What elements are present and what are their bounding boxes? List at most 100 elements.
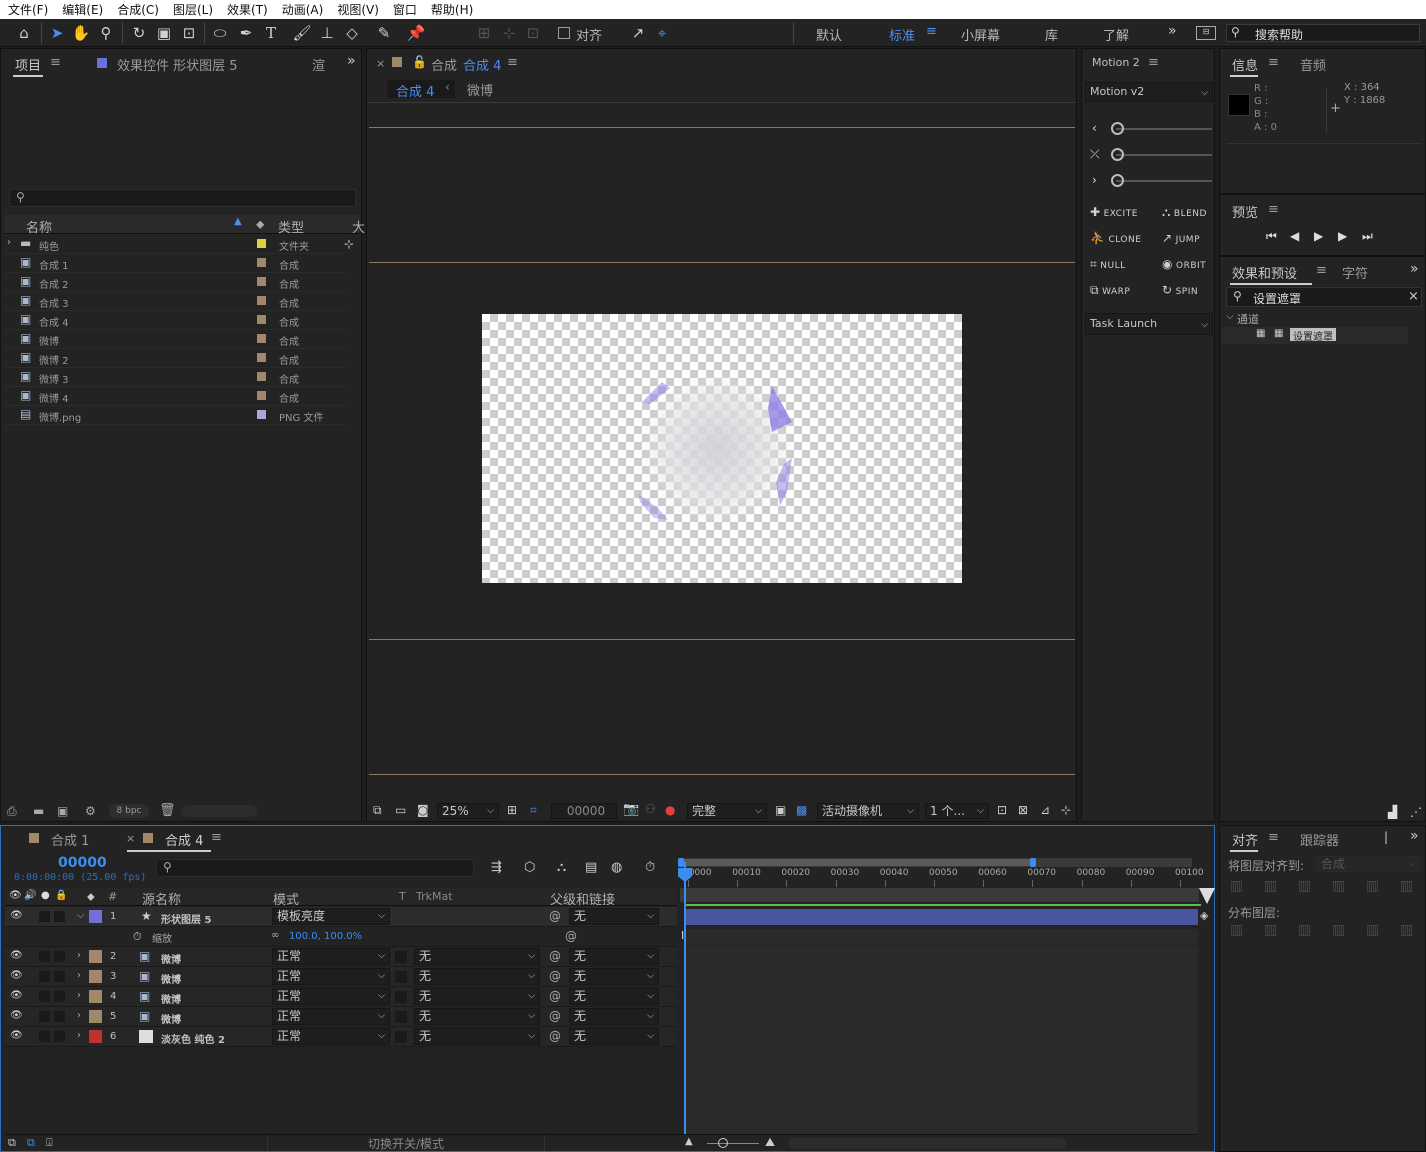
trkmat-select[interactable]: 无 ⌵ [414,948,540,965]
close-tab-icon[interactable]: × [126,832,135,845]
timeline-menu-icon[interactable]: ≡ [211,830,222,845]
motion-excite-button[interactable]: ✚ EXCITE [1090,205,1138,219]
project-item[interactable]: ▣ 微博 3 合成 [5,368,345,387]
adjust-project-icon[interactable]: ⚙ [85,804,96,818]
col-type[interactable]: 类型 [278,217,304,236]
more-tabs-icon[interactable]: » [1410,261,1419,277]
label-color-chip[interactable] [257,372,266,381]
preserve-transparency-toggle[interactable] [395,1011,407,1023]
vr-icon[interactable]: ◙ [417,803,429,817]
effect-item-row[interactable]: ▦ ▦ 设置遮罩 [1222,327,1408,344]
eye-icon[interactable]: 👁 [10,910,23,921]
pen-tool-icon[interactable]: ✒ [236,23,256,43]
col-name[interactable]: 名称 [26,217,52,236]
new-comp-icon[interactable]: ▣ [57,804,68,818]
tab-info[interactable]: 信息 [1232,55,1258,74]
motion-warp-button[interactable]: ⧉ WARP [1090,283,1130,298]
project-item[interactable]: ▣ 合成 4 合成 [5,311,345,330]
col-parent[interactable]: 父级和链接 [550,889,615,908]
pickwhip-icon[interactable]: @ [549,1029,561,1043]
trkmat-select[interactable]: 无 ⌵ [414,1028,540,1045]
preserve-transparency-toggle[interactable] [395,971,407,983]
lock-toggle[interactable] [54,1031,65,1042]
parent-select[interactable]: 无 ⌵ [569,988,659,1005]
next-frame-icon[interactable]: ▶ [1338,229,1347,243]
menu-item[interactable]: 效果(T) [227,1,268,18]
eye-icon[interactable]: 👁 [10,990,23,1001]
zoom-tool-icon[interactable]: ⚲ [96,23,116,43]
flowchart-icon[interactable]: ⊹ [1061,803,1071,817]
tab-preview[interactable]: 预览 [1232,202,1258,221]
layer-switches-icon[interactable]: ⧉ [8,1136,16,1150]
solo-toggle[interactable] [39,911,50,922]
timeline-search-input[interactable]: ⚲ [156,859,474,877]
eye-icon[interactable]: 👁 [10,1030,23,1041]
comp-end-marker[interactable] [1199,888,1215,904]
axis-view-icon[interactable]: ⊡ [523,23,543,43]
label-color-chip[interactable] [257,239,266,248]
info-menu-icon[interactable]: ≡ [1268,55,1279,70]
selection-tool-icon[interactable]: ➤ [47,23,67,43]
transfer-controls-icon[interactable]: ⧉ [27,1136,35,1150]
frame-blending-icon[interactable]: ▤ [585,860,597,875]
motion-blur-icon[interactable]: ◍ [611,860,622,875]
solo-toggle[interactable] [39,951,50,962]
pickwhip-icon[interactable]: @ [565,929,577,943]
label-color-chip[interactable] [257,334,266,343]
preview-menu-icon[interactable]: ≡ [1268,202,1279,217]
workspace-item[interactable]: 了解 [1103,25,1129,44]
axis-world-icon[interactable]: ⊹ [499,23,519,43]
distribute-vcenter-icon[interactable]: ▥ [1264,922,1277,938]
breadcrumb-comp4[interactable]: 合成 4 [396,81,434,100]
tab-character[interactable]: 字符 [1342,263,1368,282]
tab-comp4[interactable]: 合成 4 [165,830,203,849]
trkmat-select[interactable]: 无 ⌵ [414,1008,540,1025]
col-mode[interactable]: 模式 [273,889,299,908]
distribute-right-icon[interactable]: ▥ [1400,922,1413,938]
chevron-down-icon[interactable]: ⌵ [77,910,85,921]
new-folder-icon[interactable]: ▬ [33,804,44,818]
pickwhip-icon[interactable]: @ [549,909,561,923]
in-out-icon[interactable]: ⍗ [46,1136,53,1150]
timeline-icon[interactable]: ⊿ [1040,803,1050,817]
layer-row[interactable]: 👁 › 4 ▣ 微博 正常 ⌵ 无 ⌵ @ 无 ⌵ [5,987,677,1007]
layer-mode-select[interactable]: 模板亮度 ⌵ [272,908,390,925]
lock-toggle[interactable] [54,1011,65,1022]
expand-chevron-icon[interactable]: › [77,950,81,961]
effects-menu-icon[interactable]: ≡ [1316,263,1327,278]
resize-handle-icon[interactable]: ⋰ [1410,805,1422,819]
monitor-icon[interactable]: ▭ [395,803,406,817]
keyframe-nav-icon[interactable]: ◈ [1200,909,1208,922]
toggle-switches-modes[interactable]: 切换开关/模式 [267,1135,545,1151]
safe-zones-icon[interactable]: ⊞ [507,803,517,817]
parent-select[interactable]: 无 ⌵ [569,1008,659,1025]
flowchart-icon[interactable]: ⊹ [344,237,354,251]
tab-align[interactable]: 对齐 [1232,830,1258,849]
layer-mode-select[interactable]: 正常 ⌵ [272,988,390,1005]
bit-depth-button[interactable]: 8 bpc [109,804,149,818]
ease-in-knob[interactable] [1111,122,1124,135]
help-search-input[interactable]: ⚲ 搜索帮助 [1226,24,1420,42]
layer-row[interactable]: 👁 ⌵ 1 ★ 形状图层 5 模板亮度 ⌵ @ 无 ⌵ [5,907,677,927]
layer-mode-select[interactable]: 正常 ⌵ [272,968,390,985]
motion-clone-button[interactable]: ⛹ CLONE [1090,231,1141,245]
channel-icon[interactable]: ● [665,803,675,817]
breadcrumb-weibo[interactable]: 微博 [467,80,493,99]
distribute-hcenter-icon[interactable]: ▥ [1366,922,1379,938]
trkmat-select[interactable]: 无 ⌵ [414,988,540,1005]
pickwhip-icon[interactable]: @ [549,989,561,1003]
align-vcenter-icon[interactable]: ▥ [1366,878,1379,894]
always-preview-icon[interactable]: ⧉ [373,803,382,818]
menu-item[interactable]: 图层(L) [173,1,213,18]
draft-3d-icon[interactable]: ⬡ [524,860,535,875]
layer-mode-select[interactable]: 正常 ⌵ [272,948,390,965]
col-source-name[interactable]: 源名称 [142,889,181,908]
distribute-bottom-icon[interactable]: ▥ [1298,922,1311,938]
menu-item[interactable]: 文件(F) [8,1,48,18]
ease-both-knob[interactable] [1111,148,1124,161]
expand-chevron-icon[interactable]: ⌵ [1226,311,1234,322]
pan-behind-tool-icon[interactable]: ⊡ [179,23,199,43]
menu-item[interactable]: 动画(A) [282,1,324,18]
project-item[interactable]: ▣ 微博 合成 [5,330,345,349]
workspace-item[interactable]: 小屏幕 [961,25,1000,44]
